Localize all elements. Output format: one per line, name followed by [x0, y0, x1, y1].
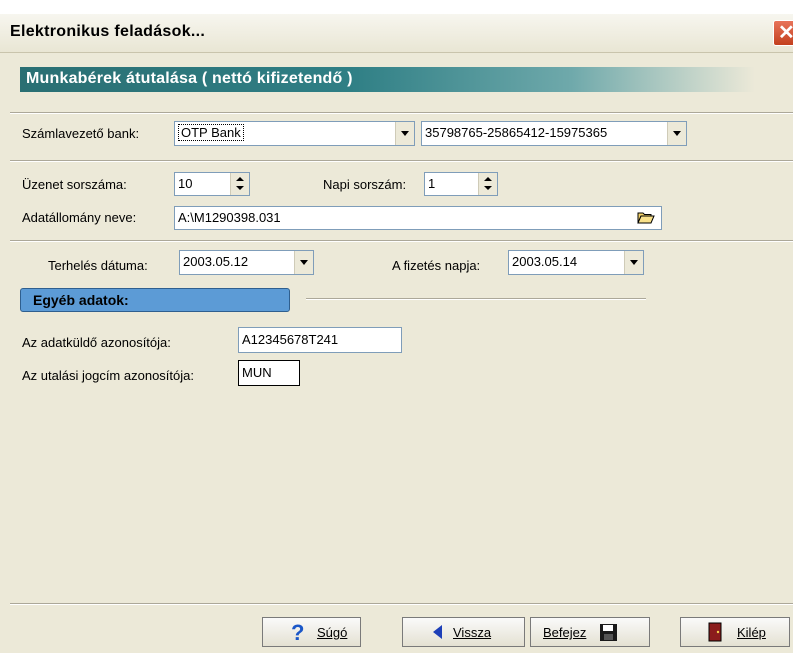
section-header: Munkabérek átutalása ( nettó kifizetendő… — [20, 67, 755, 92]
pay-date-label: A fizetés napja: — [392, 258, 481, 273]
file-input[interactable]: A:\M1290398.031 — [174, 206, 662, 230]
transfer-id-label: Az utalási jogcím azonosítója: — [22, 368, 194, 383]
window-title: Elektronikus feladások... — [10, 23, 206, 40]
sender-id-input[interactable]: A12345678T241 — [238, 327, 402, 353]
charge-date-select[interactable]: 2003.05.12 — [179, 250, 314, 275]
bank-label: Számlavezető bank: — [22, 126, 140, 141]
sender-id-value: A12345678T241 — [242, 332, 339, 347]
chevron-down-icon[interactable] — [667, 122, 686, 145]
exit-button-label: Kilép — [737, 625, 766, 640]
back-button-label: Vissza — [453, 625, 492, 640]
spin-buttons[interactable] — [478, 173, 497, 195]
message-seq-stepper[interactable]: 10 — [174, 172, 250, 196]
back-button[interactable]: Vissza — [402, 617, 525, 647]
section-header-title: Munkabérek átutalása ( nettó kifizetendő… — [26, 70, 353, 87]
sender-id-label: Az adatküldő azonosítója: — [22, 335, 171, 350]
divider — [10, 603, 793, 605]
divider — [10, 160, 793, 162]
close-icon: ✕ — [778, 22, 793, 44]
transfer-id-input[interactable]: MUN — [238, 360, 300, 386]
message-seq-value: 10 — [178, 176, 193, 191]
account-select[interactable]: 35798765-25865412-15975365 — [421, 121, 687, 146]
spin-down-icon[interactable] — [484, 186, 492, 190]
divider — [10, 112, 793, 114]
chevron-down-icon[interactable] — [624, 251, 643, 274]
spin-down-icon[interactable] — [236, 186, 244, 190]
bank-select[interactable]: OTP Bank — [174, 121, 415, 146]
daily-seq-stepper[interactable]: 1 — [424, 172, 498, 196]
question-mark-icon: ? — [291, 620, 305, 645]
exit-door-icon — [708, 622, 722, 642]
chevron-down-icon[interactable] — [294, 251, 313, 274]
pay-date-select[interactable]: 2003.05.14 — [508, 250, 644, 275]
spin-up-icon[interactable] — [484, 177, 492, 181]
daily-seq-value: 1 — [428, 176, 436, 191]
file-input-value: A:\M1290398.031 — [178, 210, 281, 225]
other-data-section-label: Egyéb adatok: — [33, 292, 129, 308]
top-strip — [0, 0, 793, 14]
divider — [10, 240, 793, 242]
help-button[interactable]: ? Súgó — [262, 617, 361, 647]
close-button[interactable]: ✕ — [773, 20, 793, 46]
folder-open-icon[interactable] — [637, 211, 655, 225]
bank-select-value: OTP Bank — [178, 124, 244, 141]
message-seq-label: Üzenet sorszáma: — [22, 177, 127, 192]
daily-seq-label: Napi sorszám: — [323, 177, 407, 192]
chevron-down-icon[interactable] — [395, 122, 414, 145]
floppy-disk-icon — [600, 624, 617, 641]
help-button-label: Súgó — [317, 625, 348, 640]
main-window: Elektronikus feladások... ✕ Munkabérek á… — [0, 0, 793, 653]
exit-button[interactable]: Kilép — [680, 617, 790, 647]
divider — [306, 298, 646, 300]
other-data-section-tab: Egyéb adatok: — [20, 288, 290, 312]
spin-up-icon[interactable] — [236, 177, 244, 181]
finish-button[interactable]: Befejez — [530, 617, 650, 647]
charge-date-value: 2003.05.12 — [183, 254, 249, 269]
spin-buttons[interactable] — [230, 173, 249, 195]
finish-button-label: Befejez — [543, 625, 587, 640]
account-select-value: 35798765-25865412-15975365 — [425, 125, 608, 140]
title-bar: Elektronikus feladások... ✕ — [0, 14, 793, 53]
pay-date-value: 2003.05.14 — [512, 254, 578, 269]
transfer-id-value: MUN — [242, 365, 272, 380]
charge-date-label: Terhelés dátuma: — [48, 258, 148, 273]
file-label: Adatállomány neve: — [22, 210, 137, 225]
back-arrow-icon — [433, 625, 442, 639]
